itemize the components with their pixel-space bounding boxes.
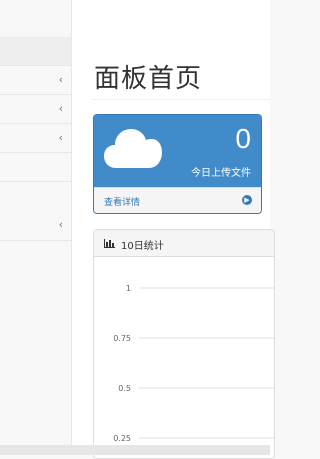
upload-panel: 0 今日上传文件 查看详情 ▶ — [93, 114, 262, 214]
chevron-left-icon: ‹ — [58, 218, 63, 231]
title-divider — [92, 99, 270, 100]
sidebar-search-area — [0, 37, 71, 66]
stats-panel-heading: 10日统计 — [94, 230, 274, 257]
bottom-bar — [0, 445, 270, 455]
chevron-left-icon: ‹ — [58, 102, 63, 115]
bar-chart-icon — [104, 239, 115, 248]
upload-panel-heading: 0 今日上传文件 — [94, 115, 261, 187]
sidebar-item-1[interactable]: ‹ — [0, 66, 71, 95]
y-tick-label: 0.25 — [113, 434, 131, 443]
page-title: 面板首页 — [94, 64, 203, 94]
sidebar-item-2[interactable]: ‹ — [0, 95, 71, 124]
arrow-circle-right-icon[interactable]: ▶ — [242, 195, 252, 205]
main-content: 面板首页 0 今日上传文件 查看详情 ▶ 10日统计 1 0.75 0.5 0.… — [72, 0, 275, 459]
upload-panel-footer[interactable]: 查看详情 ▶ — [94, 187, 261, 213]
stats-panel-title: 10日统计 — [121, 241, 164, 252]
view-details-link[interactable]: 查看详情 — [104, 195, 140, 208]
sidebar: ‹ ‹ ‹ ‹ — [0, 0, 72, 445]
stats-chart: 1 0.75 0.5 0.25 — [113, 284, 274, 443]
y-tick-label: 0.5 — [118, 384, 131, 393]
sidebar-item-5[interactable]: ‹ — [0, 182, 71, 241]
cloud-icon — [104, 129, 162, 168]
y-tick-label: 0.75 — [113, 334, 131, 343]
sidebar-item-3[interactable]: ‹ — [0, 124, 71, 153]
upload-caption: 今日上传文件 — [191, 168, 251, 179]
chevron-left-icon: ‹ — [58, 131, 63, 144]
upload-count: 0 — [235, 123, 251, 154]
chevron-left-icon: ‹ — [58, 73, 63, 86]
sidebar-item-4[interactable] — [0, 153, 71, 182]
y-tick-label: 1 — [126, 284, 131, 293]
stats-panel: 10日统计 1 0.75 0.5 0.25 — [93, 229, 275, 459]
